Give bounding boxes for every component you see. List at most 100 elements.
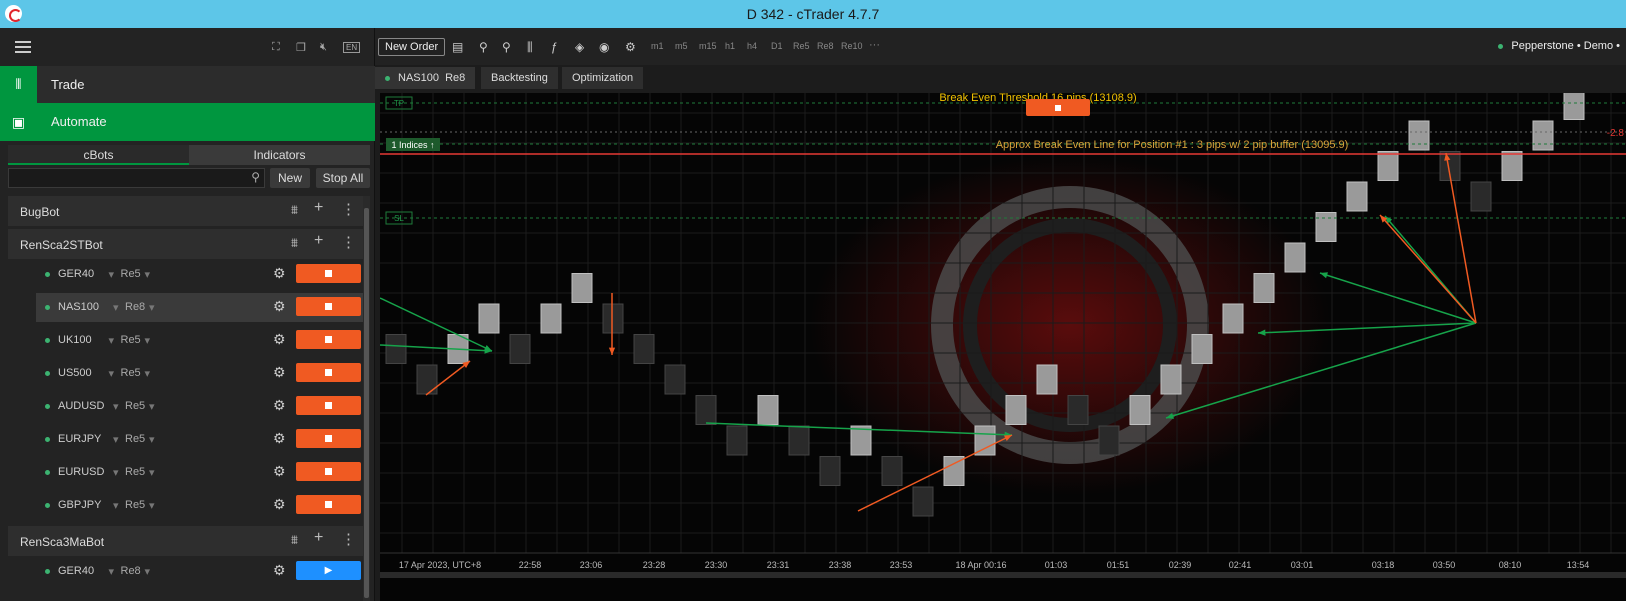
cbot-instance[interactable]: US500 ▾ Re5 ▾ ⚙: [36, 359, 366, 388]
search-input[interactable]: ⚲: [8, 168, 265, 188]
status-dot-icon: [45, 371, 50, 376]
cbot-instance[interactable]: EURJPY ▾ Re5 ▾ ⚙: [36, 425, 366, 454]
cbot-instance[interactable]: GER40 ▾ Re5 ▾ ⚙: [36, 260, 366, 289]
cbot-group[interactable]: RenSca2STBot ⩩ + ⋮: [8, 229, 370, 259]
stop-all-button[interactable]: Stop All: [316, 168, 370, 188]
symbol-dropdown-icon[interactable]: ▾: [109, 268, 115, 281]
zoom-in-icon[interactable]: ⚲: [479, 40, 488, 54]
symbol-dropdown-icon[interactable]: ▾: [109, 565, 115, 578]
more-options-icon[interactable]: ⋮: [341, 530, 356, 548]
cbot-instance[interactable]: GER40 ▾ Re8 ▾ ⚙ ▶: [36, 557, 366, 586]
symbol-dropdown-icon[interactable]: ▾: [113, 466, 119, 479]
cbot-name: BugBot: [20, 205, 60, 219]
more-options-icon[interactable]: ⋮: [341, 200, 356, 218]
gear-icon[interactable]: ⚙: [273, 496, 286, 513]
gear-icon[interactable]: ⚙: [273, 430, 286, 447]
tab-indicators[interactable]: Indicators: [189, 145, 370, 165]
cbot-instance[interactable]: GBPJPY ▾ Re5 ▾ ⚙: [36, 491, 366, 520]
stop-button[interactable]: [296, 363, 361, 382]
timeframe-dropdown-icon[interactable]: ▾: [149, 301, 155, 314]
add-instance-icon[interactable]: +: [314, 232, 323, 250]
horizontal-scrollbar[interactable]: [380, 572, 1626, 578]
timeframe-dropdown-icon[interactable]: ▾: [145, 565, 151, 578]
tab-optimization[interactable]: Optimization: [562, 67, 644, 89]
settings-icon[interactable]: ⚙: [625, 40, 636, 54]
chart-type-icon[interactable]: ⫼: [527, 40, 533, 55]
tf-re8[interactable]: Re8: [817, 41, 834, 51]
stop-button[interactable]: [296, 396, 361, 415]
tf-m15[interactable]: m15: [699, 41, 717, 51]
symbol-dropdown-icon[interactable]: ▾: [109, 367, 115, 380]
fullscreen-icon[interactable]: ⛶: [272, 41, 280, 54]
sidebar-scrollbar[interactable]: [363, 196, 370, 601]
menu-icon[interactable]: [15, 41, 31, 53]
tf-h4[interactable]: h4: [747, 41, 757, 51]
tf-m1[interactable]: m1: [651, 41, 664, 51]
tf-re10[interactable]: Re10: [841, 41, 863, 51]
cbot-instance[interactable]: EURUSD ▾ Re5 ▾ ⚙: [36, 458, 366, 487]
gear-icon[interactable]: ⚙: [273, 562, 286, 579]
time-tick-label: 02:41: [1229, 560, 1252, 570]
gear-icon[interactable]: ⚙: [273, 397, 286, 414]
timeframe-dropdown-icon[interactable]: ▾: [149, 433, 155, 446]
gear-icon[interactable]: ⚙: [273, 463, 286, 480]
window-icon[interactable]: ❐: [296, 41, 306, 54]
more-timeframes-button[interactable]: ···: [869, 39, 880, 51]
stop-button[interactable]: [296, 462, 361, 481]
renko-chart[interactable]: TP SL 1 Indices ↑ Break Even Threshold 1…: [380, 93, 1626, 601]
more-options-icon[interactable]: ⋮: [341, 233, 356, 251]
stop-button[interactable]: [296, 429, 361, 448]
timeframe-dropdown-icon[interactable]: ▾: [149, 400, 155, 413]
stop-button[interactable]: [296, 297, 361, 316]
gear-icon[interactable]: ⚙: [273, 265, 286, 282]
cbot-group[interactable]: RenSca3MaBot ⩩ + ⋮: [8, 526, 370, 556]
layout-icon[interactable]: ▤: [452, 40, 463, 54]
gear-icon[interactable]: ⚙: [273, 331, 286, 348]
time-axis: 17 Apr 2023, UTC+8 22:58 23:06 23:28 23:30 23…: [399, 560, 1589, 570]
cbot-instance[interactable]: NAS100 ▾ Re8 ▾ ⚙: [36, 293, 366, 322]
mode-automate[interactable]: ▣ Automate: [0, 103, 375, 141]
renko-brick-up: [1563, 93, 1585, 120]
stop-button[interactable]: [296, 495, 361, 514]
tf-m5[interactable]: m5: [675, 41, 688, 51]
cbot-group[interactable]: BugBot ⩩ + ⋮: [8, 196, 370, 226]
cbot-instance[interactable]: UK100 ▾ Re5 ▾ ⚙: [36, 326, 366, 355]
indicators-icon[interactable]: ƒ: [551, 40, 558, 54]
eye-icon[interactable]: ◉: [599, 40, 609, 54]
play-button[interactable]: ▶: [296, 561, 361, 580]
add-instance-icon[interactable]: +: [314, 199, 323, 217]
stop-button[interactable]: [296, 330, 361, 349]
symbol-dropdown-icon[interactable]: ▾: [113, 433, 119, 446]
cbot-instance[interactable]: AUDUSD ▾ Re5 ▾ ⚙: [36, 392, 366, 421]
broker-account[interactable]: Pepperstone • Demo •: [1498, 40, 1620, 52]
gear-icon[interactable]: ⚙: [273, 364, 286, 381]
stop-button[interactable]: [296, 264, 361, 283]
tab-nas100[interactable]: NAS100 Re8: [375, 67, 476, 89]
instances-icon[interactable]: ⩩: [291, 202, 298, 218]
tf-re5[interactable]: Re5: [793, 41, 810, 51]
symbol-dropdown-icon[interactable]: ▾: [113, 499, 119, 512]
timeframe-dropdown-icon[interactable]: ▾: [149, 499, 155, 512]
language-icon[interactable]: EN: [343, 42, 361, 53]
symbol-dropdown-icon[interactable]: ▾: [113, 400, 119, 413]
mute-icon[interactable]: 🔇︎: [320, 41, 327, 54]
add-instance-icon[interactable]: +: [314, 529, 323, 547]
timeframe-dropdown-icon[interactable]: ▾: [145, 334, 151, 347]
layers-icon[interactable]: ◈: [575, 40, 584, 54]
new-button[interactable]: New: [270, 168, 310, 188]
zoom-out-icon[interactable]: ⚲: [502, 40, 511, 54]
instances-icon[interactable]: ⩩: [291, 532, 298, 548]
instances-icon[interactable]: ⩩: [291, 235, 298, 251]
tab-cbots[interactable]: cBots: [8, 145, 189, 165]
timeframe-dropdown-icon[interactable]: ▾: [145, 367, 151, 380]
mode-trade[interactable]: ⫴ Trade: [0, 66, 375, 103]
symbol-dropdown-icon[interactable]: ▾: [113, 301, 119, 314]
timeframe-dropdown-icon[interactable]: ▾: [145, 268, 151, 281]
symbol-dropdown-icon[interactable]: ▾: [109, 334, 115, 347]
tf-d1[interactable]: D1: [771, 41, 783, 51]
timeframe-dropdown-icon[interactable]: ▾: [149, 466, 155, 479]
tab-backtesting[interactable]: Backtesting: [481, 67, 558, 89]
gear-icon[interactable]: ⚙: [273, 298, 286, 315]
new-order-button[interactable]: New Order: [378, 38, 446, 56]
tf-h1[interactable]: h1: [725, 41, 735, 51]
